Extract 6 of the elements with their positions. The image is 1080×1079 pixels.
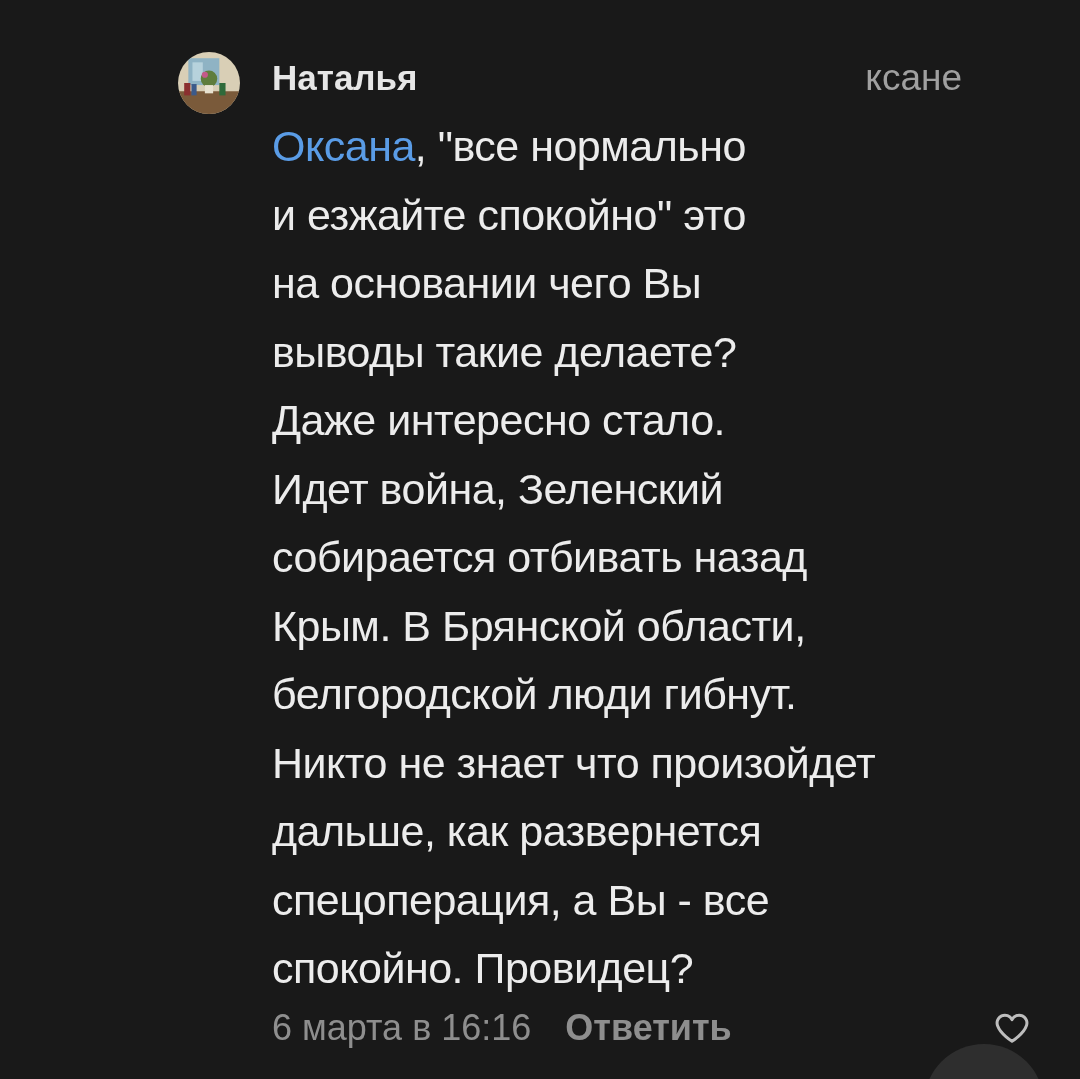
reply-button[interactable]: Ответить xyxy=(565,1006,732,1049)
author-name[interactable]: Наталья xyxy=(272,58,418,98)
comment-time: 6 марта в 16:16 xyxy=(272,1006,532,1049)
comment-text: Оксана, "все нормально и езжайте спокойно" это на основании чего Вы выводы такие делаете? Даже интересно стало. Идет война, Зеленский собирается отбивать назад Крым. В Брянской области, белгородской люди гибнут. Никто не знает что произойдет дальше, как развернется спецоперация, а Вы - все спокойно. Провидец? xyxy=(272,121,877,994)
mention-link[interactable]: Оксана xyxy=(272,122,415,170)
reply-to-name[interactable]: ксане xyxy=(865,57,962,99)
